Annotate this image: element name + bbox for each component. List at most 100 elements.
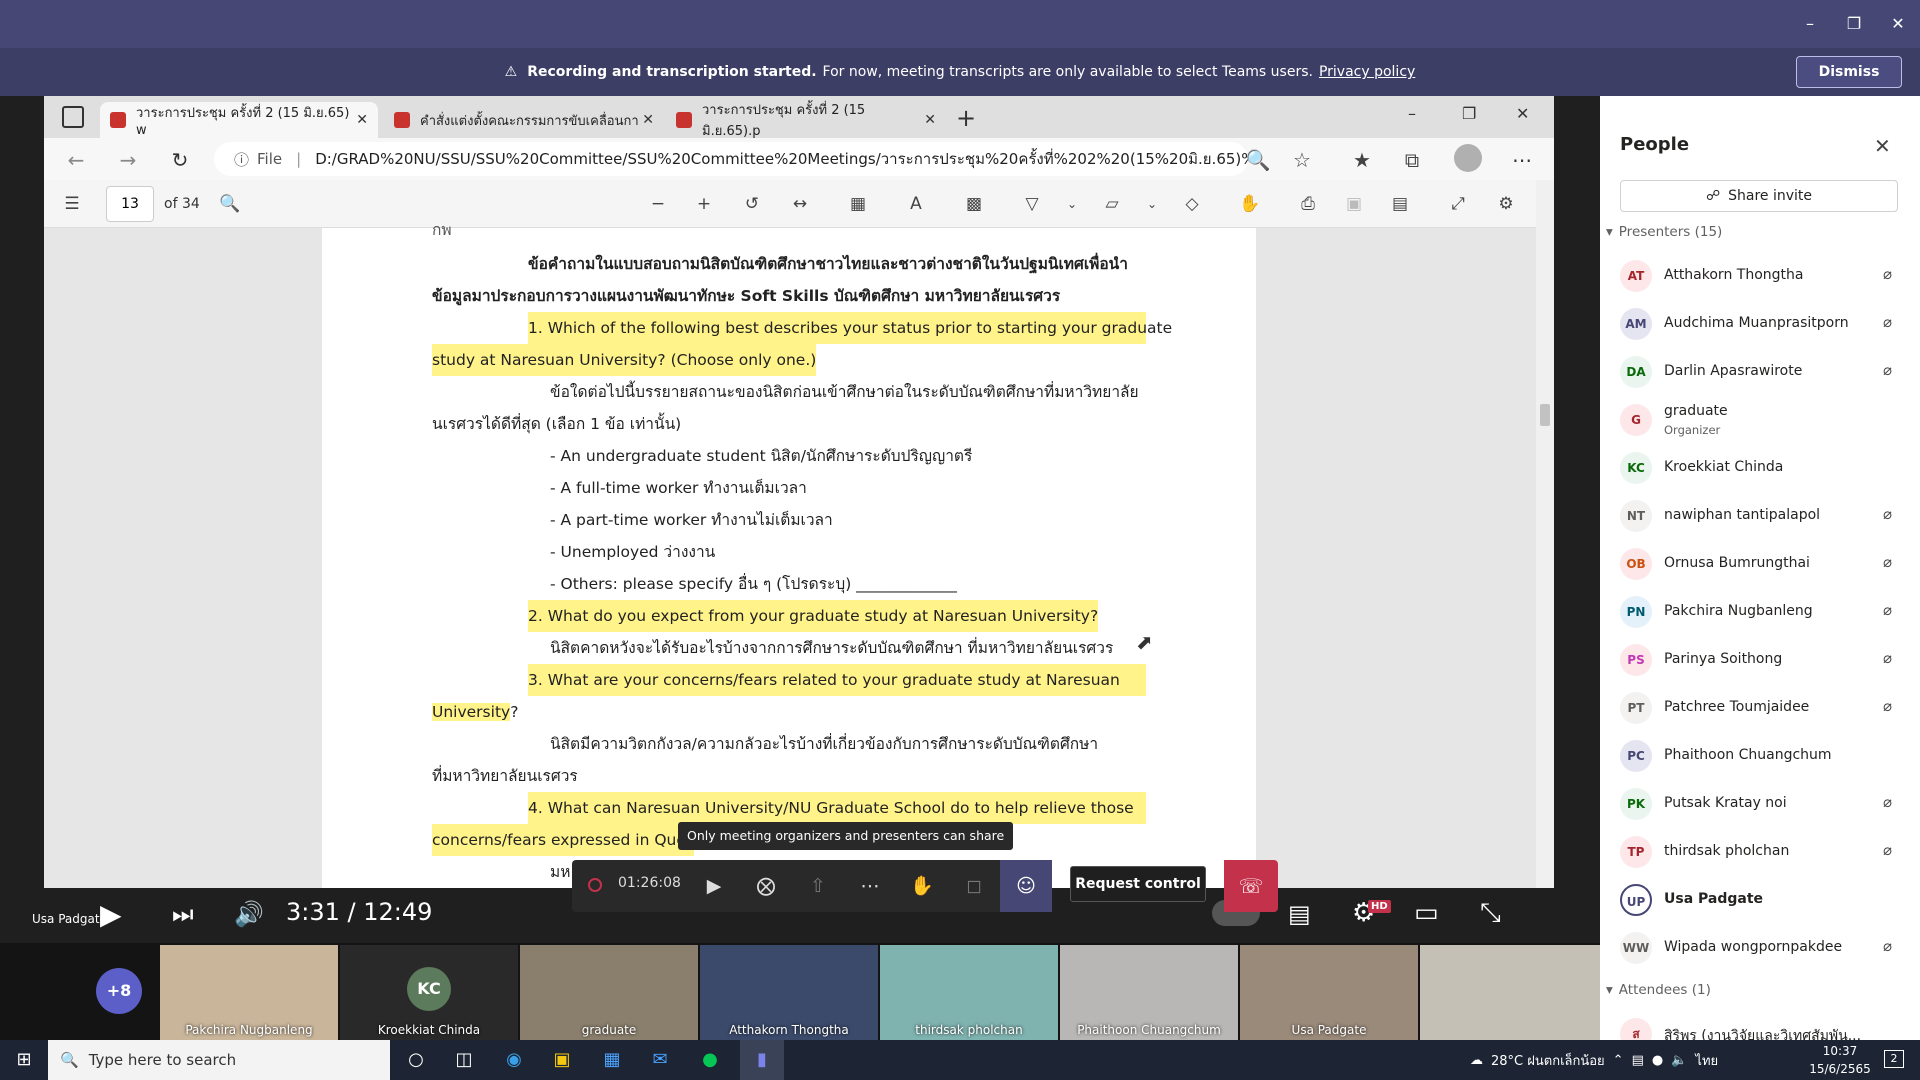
more-icon[interactable]: ⋯ bbox=[1508, 146, 1536, 174]
favorites-icon[interactable]: ★ bbox=[1348, 146, 1376, 174]
request-control-button[interactable]: Request control bbox=[1070, 866, 1206, 902]
captions-icon[interactable]: ▤ bbox=[1288, 900, 1311, 928]
chat-icon[interactable]: ◻ bbox=[960, 872, 988, 900]
draw-icon[interactable]: ▽ bbox=[1020, 192, 1044, 216]
tab-agenda-word[interactable]: วาระการประชุม ครั้งที่ 2 (15 มิ.ย.65) w … bbox=[100, 102, 378, 138]
highlight-icon[interactable]: ▱ bbox=[1100, 192, 1124, 216]
settings-icon[interactable]: ⚙ bbox=[1494, 192, 1518, 216]
tray-chevron-icon[interactable]: ⌃ bbox=[1613, 1053, 1624, 1068]
participant-row[interactable]: AM Audchima Muanprasitporn ⌀ bbox=[1600, 300, 1920, 348]
rotate-icon[interactable]: ↺ bbox=[740, 192, 764, 216]
participant-row[interactable]: KC Kroekkiat Chinda bbox=[1600, 444, 1920, 492]
play-icon[interactable]: ▶ bbox=[100, 898, 122, 931]
zoom-in-icon[interactable]: + bbox=[692, 192, 716, 216]
save-as-icon[interactable]: ▤ bbox=[1388, 192, 1412, 216]
participant-row[interactable]: PT Patchree Toumjaidee ⌀ bbox=[1600, 684, 1920, 732]
close-tab-icon[interactable]: ✕ bbox=[924, 112, 936, 128]
back-icon[interactable]: ← bbox=[62, 146, 90, 174]
close-tab-icon[interactable]: ✕ bbox=[356, 112, 368, 128]
browser-close-icon[interactable]: ✕ bbox=[1516, 104, 1529, 123]
line-icon[interactable]: ● bbox=[696, 1048, 724, 1072]
camera-icon[interactable]: ▶ bbox=[700, 872, 728, 900]
more-participants-button[interactable]: +8 bbox=[96, 968, 142, 1014]
participant-row[interactable]: PS Parinya Soithong ⌀ bbox=[1600, 636, 1920, 684]
mic-muted-icon[interactable]: ⨂ bbox=[752, 872, 780, 900]
next-icon[interactable]: ⏭ bbox=[172, 900, 194, 928]
read-aloud-icon[interactable]: A bbox=[904, 192, 928, 216]
participant-row[interactable]: PK Putsak Kratay noi ⌀ bbox=[1600, 780, 1920, 828]
start-icon[interactable]: ⊞ bbox=[10, 1048, 38, 1072]
forward-icon[interactable]: → bbox=[114, 146, 142, 174]
tab-actions-icon[interactable] bbox=[62, 106, 84, 128]
task-view-icon[interactable]: ◫ bbox=[450, 1048, 478, 1072]
address-bar[interactable]: ⓘ File | D:/GRAD%20NU/SSU/SSU%20Committe… bbox=[214, 142, 1248, 176]
fullscreen-icon[interactable]: ⤢ bbox=[1446, 192, 1470, 216]
participant-row[interactable]: PN Pakchira Nugbanleng ⌀ bbox=[1600, 588, 1920, 636]
volume-icon[interactable]: 🔊 bbox=[234, 900, 264, 928]
close-icon[interactable]: ✕ bbox=[1878, 10, 1918, 38]
participant-row[interactable]: DA Darlin Apasrawirote ⌀ bbox=[1600, 348, 1920, 396]
participant-row[interactable]: Ggraduate Organizer bbox=[1600, 396, 1920, 444]
cast-icon[interactable]: ▭ bbox=[1414, 898, 1439, 928]
more-actions-icon[interactable]: ⋯ bbox=[856, 872, 884, 900]
close-tab-icon[interactable]: ✕ bbox=[642, 112, 654, 128]
dismiss-button[interactable]: Dismiss bbox=[1796, 56, 1902, 88]
attendees-header[interactable]: ▾ Attendees (1) bbox=[1606, 982, 1711, 998]
privacy-policy-link[interactable]: Privacy policy bbox=[1319, 64, 1415, 80]
notification-badge[interactable]: 2 bbox=[1884, 1050, 1904, 1068]
zoom-out-icon[interactable]: − bbox=[646, 192, 670, 216]
presenters-header[interactable]: ▾ Presenters (15) bbox=[1606, 224, 1722, 240]
mail-icon[interactable]: ✉ bbox=[646, 1048, 674, 1072]
raise-hand-icon[interactable]: ✋ bbox=[908, 872, 936, 900]
taskbar-search[interactable]: 🔍 Type here to search bbox=[48, 1040, 390, 1080]
speaker-icon[interactable]: 🔈 bbox=[1671, 1053, 1687, 1068]
participant-row[interactable]: OB Ornusa Bumrungthai ⌀ bbox=[1600, 540, 1920, 588]
taskbar-clock[interactable]: 10:37 15/6/2565 bbox=[1800, 1042, 1880, 1078]
collections-icon[interactable]: ⧉ bbox=[1398, 146, 1426, 174]
profile-icon[interactable] bbox=[1454, 144, 1482, 172]
participant-row[interactable]: NT nawiphan tantipalapol ⌀ bbox=[1600, 492, 1920, 540]
text-icon[interactable]: ▩ bbox=[962, 192, 986, 216]
browser-minimize-icon[interactable]: – bbox=[1408, 104, 1416, 123]
minimize-icon[interactable]: – bbox=[1790, 10, 1830, 38]
page-number-input[interactable]: 13 bbox=[106, 186, 154, 222]
tab-order-document[interactable]: คำสั่งแต่งตั้งคณะกรรมการขับเคลื่อนกา ✕ bbox=[384, 102, 664, 138]
new-tab-icon[interactable]: + bbox=[956, 104, 976, 132]
share-invite-button[interactable]: ☍ Share invite bbox=[1620, 180, 1898, 212]
page-view-icon[interactable]: ▦ bbox=[846, 192, 870, 216]
scrollbar[interactable] bbox=[1536, 180, 1554, 888]
refresh-icon[interactable]: ↻ bbox=[166, 146, 194, 174]
participant-row[interactable]: WW Wipada wongpornpakdee ⌀ bbox=[1600, 924, 1920, 972]
participant-row[interactable]: PC Phaithoon Chuangchum bbox=[1600, 732, 1920, 780]
cortana-icon[interactable]: ○ bbox=[402, 1048, 430, 1072]
people-icon[interactable]: ☺ bbox=[1012, 872, 1040, 900]
edge-icon[interactable]: ◉ bbox=[500, 1048, 528, 1072]
find-icon[interactable]: 🔍 bbox=[218, 192, 242, 216]
zoom-icon[interactable]: 🔍 bbox=[1244, 146, 1272, 174]
participant-row[interactable]: TP thirdsak pholchan ⌀ bbox=[1600, 828, 1920, 876]
mic-tray-icon[interactable]: ● bbox=[1652, 1053, 1663, 1068]
participant-row[interactable]: AT Atthakorn Thongtha ⌀ bbox=[1600, 252, 1920, 300]
tab-agenda-pdf[interactable]: วาระการประชุม ครั้งที่ 2 (15 มิ.ย.65).p … bbox=[666, 102, 946, 139]
exit-fullscreen-icon[interactable]: ⤡ bbox=[1480, 898, 1501, 929]
weather-text[interactable]: 28°C ฝนตกเล็กน้อย bbox=[1491, 1050, 1605, 1071]
highlight-dropdown-icon[interactable]: ⌄ bbox=[1140, 192, 1164, 216]
favorite-icon[interactable]: ☆ bbox=[1288, 146, 1316, 174]
teams-icon[interactable]: ▮ bbox=[748, 1048, 776, 1072]
scrollbar-thumb[interactable] bbox=[1540, 404, 1550, 426]
network-icon[interactable]: ▤ bbox=[1632, 1053, 1644, 1068]
file-explorer-icon[interactable]: ▣ bbox=[548, 1048, 576, 1072]
hang-up-icon[interactable]: ☏ bbox=[1224, 860, 1278, 912]
fit-page-icon[interactable]: ↔ bbox=[788, 192, 812, 216]
participant-row[interactable]: UP Usa Padgate bbox=[1600, 876, 1920, 924]
attendee-row[interactable]: ส สิริพร (งานวิจัยและวิเทศสัมพัน... bbox=[1600, 1010, 1920, 1040]
store-icon[interactable]: ▦ bbox=[598, 1048, 626, 1072]
lang-indicator[interactable]: ไทย bbox=[1695, 1050, 1718, 1071]
close-people-icon[interactable]: ✕ bbox=[1874, 134, 1891, 158]
print-icon[interactable]: ⎙ bbox=[1296, 192, 1320, 216]
erase-icon[interactable]: ◇ bbox=[1180, 192, 1204, 216]
browser-maximize-icon[interactable]: ❐ bbox=[1462, 104, 1476, 123]
maximize-icon[interactable]: ❐ bbox=[1834, 10, 1874, 38]
contents-icon[interactable]: ☰ bbox=[60, 192, 84, 216]
draw-dropdown-icon[interactable]: ⌄ bbox=[1060, 192, 1084, 216]
